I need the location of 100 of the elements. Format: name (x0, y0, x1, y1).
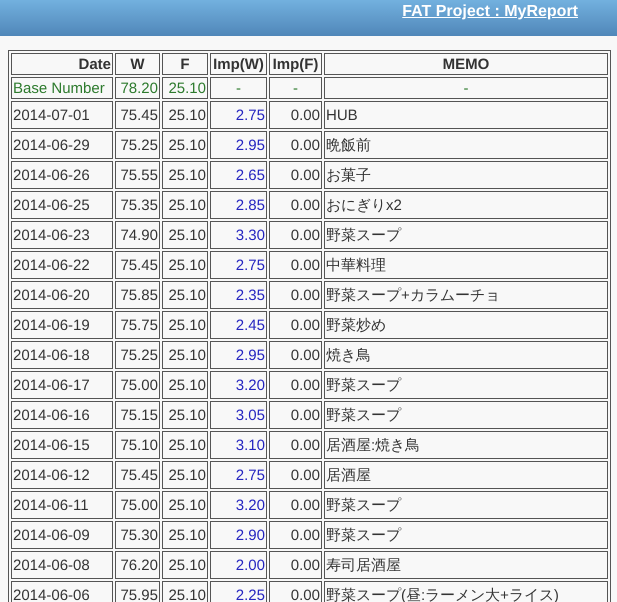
table-cell: 中華料理 (324, 251, 608, 279)
table-cell: 2014-06-11 (11, 491, 113, 519)
table-cell: 野菜スープ+カラムーチョ (324, 281, 608, 309)
table-cell: 3.10 (210, 431, 267, 459)
table-cell: - (210, 77, 267, 99)
table-cell: 野菜炒め (324, 311, 608, 339)
table-cell: 0.00 (269, 281, 322, 309)
table-cell: 0.00 (269, 491, 322, 519)
column-header: Imp(W) (210, 53, 267, 75)
table-cell: 野菜スープ (324, 401, 608, 429)
table-cell: 2.90 (210, 521, 267, 549)
table-cell: 25.10 (162, 461, 208, 489)
table-cell: 0.00 (269, 431, 322, 459)
table-cell: 2014-06-23 (11, 221, 113, 249)
table-cell: お菓子 (324, 161, 608, 189)
table-cell: 0.00 (269, 251, 322, 279)
table-cell: 74.90 (115, 221, 160, 249)
table-cell: 75.45 (115, 101, 160, 129)
table-cell: 2014-06-06 (11, 581, 113, 602)
table-cell: 2.85 (210, 191, 267, 219)
table-cell: 25.10 (162, 221, 208, 249)
table-cell: 25.10 (162, 311, 208, 339)
table-cell: 25.10 (162, 341, 208, 369)
table-cell: 2.65 (210, 161, 267, 189)
table-cell: 75.30 (115, 521, 160, 549)
table-cell: 0.00 (269, 581, 322, 602)
table-cell: 0.00 (269, 131, 322, 159)
table-cell: 3.30 (210, 221, 267, 249)
table-cell: 2014-06-17 (11, 371, 113, 399)
table-cell: 野菜スープ (324, 221, 608, 249)
table-cell: 75.95 (115, 581, 160, 602)
table-cell: 0.00 (269, 161, 322, 189)
table-cell: - (324, 77, 608, 99)
table-cell: 25.10 (162, 491, 208, 519)
table-cell: 75.35 (115, 191, 160, 219)
table-cell: 2014-06-19 (11, 311, 113, 339)
table-cell: 0.00 (269, 191, 322, 219)
table-cell: 25.10 (162, 131, 208, 159)
table-cell: - (269, 77, 322, 99)
table-cell: 2.75 (210, 461, 267, 489)
table-cell: 0.00 (269, 311, 322, 339)
table-cell: 78.20 (115, 77, 160, 99)
table-cell: 2.00 (210, 551, 267, 579)
table-cell: 野菜スープ (324, 491, 608, 519)
table-cell: 75.45 (115, 461, 160, 489)
table-cell: 75.15 (115, 401, 160, 429)
table-cell: 25.10 (162, 551, 208, 579)
table-cell: 焼き鳥 (324, 341, 608, 369)
table-cell: 2.35 (210, 281, 267, 309)
table-cell: 25.10 (162, 521, 208, 549)
table-cell: 0.00 (269, 521, 322, 549)
table-cell: 2014-06-18 (11, 341, 113, 369)
table-cell: 75.25 (115, 341, 160, 369)
table-cell: 25.10 (162, 281, 208, 309)
table-cell: 75.25 (115, 131, 160, 159)
report-title-link[interactable]: FAT Project : MyReport (402, 3, 578, 21)
table-cell: 2014-06-08 (11, 551, 113, 579)
table-cell: 2.75 (210, 101, 267, 129)
table-cell: 寿司居酒屋 (324, 551, 608, 579)
table-cell: HUB (324, 101, 608, 129)
table-cell: 25.10 (162, 401, 208, 429)
table-cell: 0.00 (269, 401, 322, 429)
table-cell: 0.00 (269, 101, 322, 129)
table-cell: 0.00 (269, 371, 322, 399)
column-header: Imp(F) (269, 53, 322, 75)
table-cell: 25.10 (162, 431, 208, 459)
table-cell: 25.10 (162, 581, 208, 602)
table-cell: 25.10 (162, 161, 208, 189)
table-cell: 2014-06-09 (11, 521, 113, 549)
table-cell: 75.75 (115, 311, 160, 339)
column-header: MEMO (324, 53, 608, 75)
table-cell: おにぎりx2 (324, 191, 608, 219)
table-cell: 2014-06-26 (11, 161, 113, 189)
column-header: Date (11, 53, 113, 75)
table-cell: 2014-06-12 (11, 461, 113, 489)
table-cell: 75.85 (115, 281, 160, 309)
table-cell: 2.45 (210, 311, 267, 339)
table-cell: 2014-06-25 (11, 191, 113, 219)
table-cell: 75.10 (115, 431, 160, 459)
table-cell: 3.05 (210, 401, 267, 429)
table-cell: 居酒屋:焼き鳥 (324, 431, 608, 459)
table-cell: 2014-06-29 (11, 131, 113, 159)
table-cell: 2014-06-16 (11, 401, 113, 429)
table-cell: 3.20 (210, 371, 267, 399)
table-cell: 75.00 (115, 491, 160, 519)
table-cell: 2014-06-20 (11, 281, 113, 309)
table-cell: 2.95 (210, 341, 267, 369)
table-cell: 晩飯前 (324, 131, 608, 159)
table-cell: 76.20 (115, 551, 160, 579)
table-cell: 25.10 (162, 101, 208, 129)
table-cell: 2014-06-22 (11, 251, 113, 279)
table-cell: Base Number (11, 77, 113, 99)
table-cell: 2014-06-15 (11, 431, 113, 459)
table-cell: 3.20 (210, 491, 267, 519)
table-cell: 0.00 (269, 341, 322, 369)
table-cell: 2.25 (210, 581, 267, 602)
table-cell: 居酒屋 (324, 461, 608, 489)
table-cell: 0.00 (269, 461, 322, 489)
column-header: F (162, 53, 208, 75)
table-cell: 2014-07-01 (11, 101, 113, 129)
